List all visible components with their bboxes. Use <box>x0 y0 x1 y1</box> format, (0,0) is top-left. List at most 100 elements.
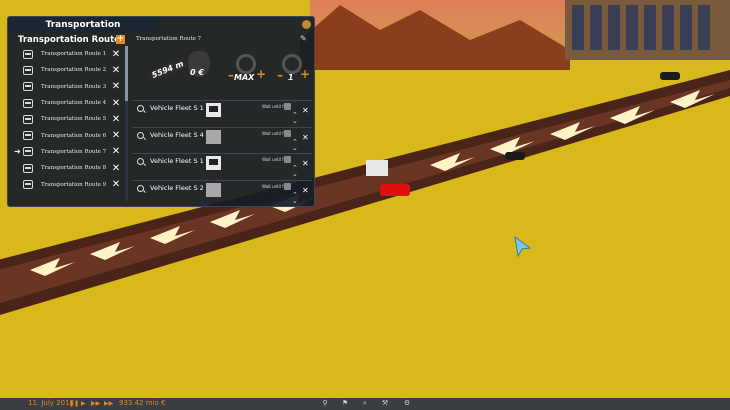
edit-icon[interactable]: ✎ <box>300 34 307 43</box>
wait-until-full-checkbox[interactable] <box>284 103 291 110</box>
vehicle-name: Vehicle Fleet S 2 <box>150 183 204 192</box>
route-label: Transportation Route 6 <box>41 132 107 139</box>
remove-vehicle-button[interactable]: ✕ <box>302 159 309 168</box>
empty-cargo-slot[interactable] <box>206 182 221 197</box>
delete-route-button[interactable]: ✕ <box>110 146 122 157</box>
max-plus-button[interactable]: + <box>256 67 266 81</box>
search-tool-icon[interactable]: ⌕ <box>361 399 369 408</box>
route-list-scrollbar[interactable] <box>125 46 128 201</box>
pause-button[interactable]: ❚❚ <box>69 400 79 407</box>
walk-tool-icon[interactable]: ⚲ <box>321 399 329 408</box>
route-detail-panel: Transportation Route 7 ✎ 5594 m 0 € – MA… <box>132 34 312 207</box>
search-icon[interactable] <box>137 131 144 139</box>
route-item[interactable]: Transportation Route 1 ✕ <box>14 46 122 62</box>
add-route-button[interactable]: + <box>116 35 125 44</box>
chevron-down-icon[interactable]: ⌄ <box>292 197 298 205</box>
route-label: Transportation Route 2 <box>41 67 107 74</box>
vehicle-name: Vehicle Fleet S 1 <box>150 157 204 165</box>
search-icon[interactable] <box>137 105 144 112</box>
bus-icon <box>23 65 33 75</box>
route-label: Transportation Route 1 <box>41 51 107 58</box>
scrollbar-thumb[interactable] <box>125 46 128 101</box>
chevron-down-icon[interactable]: ⌄ <box>292 144 298 152</box>
search-icon[interactable] <box>137 184 144 192</box>
bus-icon <box>23 82 33 92</box>
computer-cargo-icon[interactable] <box>206 103 221 117</box>
route-item[interactable]: Transportation Route 5 ✕ <box>14 111 122 127</box>
bus-icon <box>23 147 33 157</box>
selected-arrow-icon: ➜ <box>14 147 21 157</box>
remove-vehicle-button[interactable]: ✕ <box>302 133 309 142</box>
settings-icon[interactable] <box>302 20 311 29</box>
delete-route-button[interactable]: ✕ <box>110 65 122 76</box>
route-item[interactable]: Transportation Route 6 ✕ <box>14 127 122 143</box>
route-list: Transportation Route 1 ✕ Transportation Ro… <box>14 46 122 206</box>
route-label: Transportation Route 3 <box>41 83 107 90</box>
fastest-forward-button[interactable]: ▶▶ <box>104 400 113 407</box>
routes-header: Transportation Routes <box>18 35 125 45</box>
broom-tool-icon[interactable]: ⚒ <box>381 399 389 408</box>
delete-route-button[interactable]: ✕ <box>110 114 122 125</box>
wait-until-full-checkbox[interactable] <box>284 182 291 190</box>
vehicle-name: Vehicle Fleet S 4 <box>150 130 204 139</box>
route-label: Transportation Route 4 <box>41 100 107 107</box>
dark-vehicle <box>505 152 525 160</box>
search-icon[interactable] <box>137 158 144 165</box>
count-stat: 1 <box>288 73 294 82</box>
wait-until-full-checkbox[interactable] <box>284 156 291 163</box>
route-label: Transportation Route 9 <box>41 181 107 188</box>
remove-vehicle-button[interactable]: ✕ <box>302 186 309 195</box>
delete-route-button[interactable]: ✕ <box>110 130 122 141</box>
empty-cargo-slot[interactable] <box>206 129 221 144</box>
money-stat: 0 € <box>190 68 204 77</box>
distance-stat: 5594 m <box>147 57 189 82</box>
delete-route-button[interactable]: ✕ <box>110 98 122 109</box>
window-title: Transportation <box>8 17 158 33</box>
chevron-down-icon[interactable]: ⌄ <box>292 170 298 178</box>
route-item[interactable]: Transportation Route 9 ✕ <box>14 176 122 192</box>
vehicle-row[interactable]: Vehicle Fleet S 4 Wait until full ⌃ ⌄ ✕ <box>132 126 312 154</box>
steering-wheel-icon <box>282 54 302 74</box>
bus-icon <box>23 49 33 59</box>
money-balance: 933.42 mio € <box>119 399 166 407</box>
chevron-down-icon[interactable]: ⌄ <box>292 117 298 125</box>
delete-route-button[interactable]: ✕ <box>110 179 122 190</box>
map-pin-icon[interactable]: ⚑ <box>341 399 349 408</box>
count-plus-button[interactable]: + <box>300 67 310 81</box>
bus-icon <box>23 114 33 124</box>
vehicle-row[interactable]: Vehicle Fleet S 2 Wait until full ⌃ ⌄ ✕ <box>132 179 312 207</box>
game-date: 11. July 2016 <box>28 399 74 407</box>
build-tool-icon[interactable]: ⚙ <box>403 399 411 408</box>
route-item[interactable]: Transportation Route 8 ✕ <box>14 160 122 176</box>
bottom-status-bar: 11. July 2016 ❚❚ ▶ ▶▶ ▶▶ 933.42 mio € ⚲ … <box>0 398 730 410</box>
route-label: Transportation Route 5 <box>41 116 107 123</box>
max-stat: MAX <box>234 73 255 82</box>
route-label: Transportation Route 7 <box>41 148 107 155</box>
route-item[interactable]: Transportation Route 2 ✕ <box>14 62 122 78</box>
transportation-window: Transportation Transportation Routes + T… <box>7 16 315 207</box>
computer-cargo <box>366 160 388 176</box>
remove-vehicle-button[interactable]: ✕ <box>302 106 309 115</box>
vehicle-row[interactable]: Vehicle Fleet S 1 Wait until full ⌃ ⌄ ✕ <box>132 100 312 127</box>
computer-cargo-icon[interactable] <box>206 156 221 170</box>
route-stats: 5594 m 0 € – MAX + – 1 + <box>132 48 312 86</box>
speed-gauge-icon <box>236 54 256 74</box>
delete-route-button[interactable]: ✕ <box>110 81 122 92</box>
vehicle-row[interactable]: Vehicle Fleet S 1 Wait until full ⌃ ⌄ ✕ <box>132 153 312 180</box>
route-item[interactable]: Transportation Route 4 ✕ <box>14 95 122 111</box>
route-item[interactable]: Transportation Route 3 ✕ <box>14 79 122 95</box>
bus-icon <box>23 98 33 108</box>
bus-icon <box>23 180 33 190</box>
wait-until-full-checkbox[interactable] <box>284 129 291 137</box>
vehicle-name: Vehicle Fleet S 1 <box>150 104 204 112</box>
route-title: Transportation Route 7 <box>136 36 202 42</box>
red-vehicle <box>380 184 410 196</box>
route-item[interactable]: ➜ Transportation Route 7 ✕ <box>14 144 122 160</box>
play-button[interactable]: ▶ <box>81 400 86 407</box>
route-label: Transportation Route 8 <box>41 165 107 172</box>
bus-icon <box>23 163 33 173</box>
fast-forward-button[interactable]: ▶▶ <box>91 400 100 407</box>
delete-route-button[interactable]: ✕ <box>110 163 122 174</box>
count-minus-button[interactable]: – <box>277 68 283 82</box>
delete-route-button[interactable]: ✕ <box>110 49 122 60</box>
